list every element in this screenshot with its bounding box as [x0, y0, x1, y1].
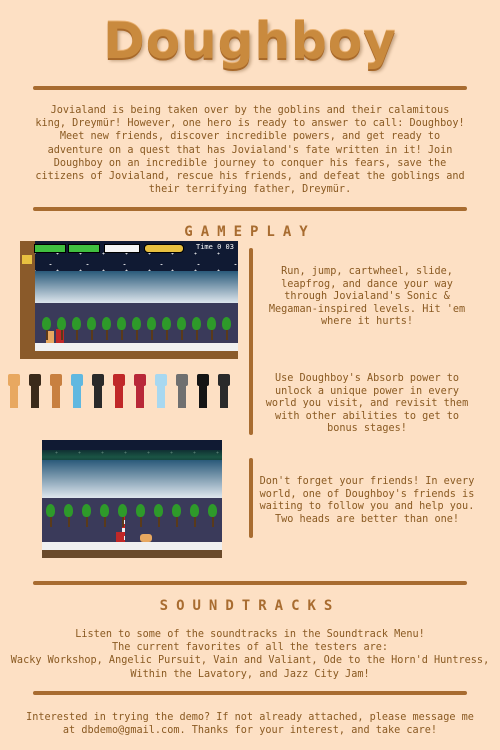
gameplay-screenshot-1: Time 0 03 [20, 241, 238, 359]
tree-trunk [49, 517, 52, 527]
tree-trunk [103, 517, 106, 527]
dirt-ground [42, 550, 222, 558]
pine-tree [117, 317, 126, 330]
character-sprite [134, 374, 146, 408]
character-sprite [92, 374, 104, 408]
tree-trunk [75, 330, 78, 340]
pine-tree [118, 504, 127, 517]
pine-tree [42, 317, 51, 330]
character-sprite [197, 374, 209, 408]
feature-divider-3 [249, 458, 253, 538]
coin-counter [144, 244, 184, 253]
pine-tree [46, 504, 55, 517]
tree-trunk [45, 330, 48, 340]
tree-trunk [193, 517, 196, 527]
snow-ground [35, 343, 238, 351]
tree-trunk [165, 330, 168, 340]
feature-2-text: Use Doughboy's Absorb power to unlock a … [265, 373, 469, 435]
feature-1-text: Run, jump, cartwheel, slide, leapfrog, a… [268, 266, 466, 328]
pine-tree [132, 317, 141, 330]
pine-tree [190, 504, 199, 517]
character-sprite [113, 374, 125, 408]
friend-sprite [116, 532, 124, 542]
pine-tree [172, 504, 181, 517]
level-badge [22, 255, 32, 264]
pine-tree [222, 317, 231, 330]
tree-trunk [157, 517, 160, 527]
gameplay-heading: GAMEPLAY [184, 224, 316, 240]
friend-bar [104, 244, 140, 253]
health-bar [34, 244, 66, 253]
character-sprite [71, 374, 83, 408]
pine-tree [192, 317, 201, 330]
tree-trunk [90, 330, 93, 340]
character-sprite [50, 374, 62, 408]
tree-trunk [120, 330, 123, 340]
tree-trunk [180, 330, 183, 340]
soundtracks-line: The current favorites of all the testers… [111, 642, 388, 654]
intro-paragraph: Jovialand is being taken over by the gob… [35, 105, 465, 196]
gameplay-screenshot-2 [42, 440, 222, 558]
pine-tree [147, 317, 156, 330]
pine-tree [102, 317, 111, 330]
soundtracks-heading: SOUNDTRACKS [159, 598, 341, 614]
pine-tree [72, 317, 81, 330]
tree-trunk [225, 330, 228, 340]
tree-trunk [195, 330, 198, 340]
soundtracks-line: Within the Lavatory, and Jazz City Jam! [130, 668, 370, 680]
doughboy-sprite [140, 534, 152, 542]
pine-tree [207, 317, 216, 330]
tree-trunk [211, 517, 214, 527]
soundtracks-line: Wacky Workshop, Angelic Pursuit, Vain an… [10, 655, 490, 667]
game-title: Doughboy [103, 12, 397, 70]
feature-divider-2 [249, 355, 253, 435]
footer-text: Interested in trying the demo? If not al… [10, 711, 490, 737]
pine-tree [136, 504, 145, 517]
footer-line: at dbdemo@gmail.com. Thanks for your int… [62, 725, 438, 737]
tree-trunk [60, 330, 63, 340]
dirt-ground [35, 351, 238, 359]
tree-trunk [121, 517, 124, 527]
footer-line: Interested in trying the demo? If not al… [26, 712, 474, 723]
character-lineup [8, 368, 244, 428]
character-sprite [176, 374, 188, 408]
divider-4 [33, 691, 467, 695]
snow-mountains [42, 460, 222, 500]
pine-tree [154, 504, 163, 517]
divider-1 [33, 86, 467, 90]
snow-mountains [35, 271, 238, 305]
tree-trunk [139, 517, 142, 527]
soundtracks-text: Listen to some of the soundtracks in the… [10, 628, 490, 681]
tree-trunk [105, 330, 108, 340]
feature-3-text: Don't forget your friends! In every worl… [259, 476, 475, 525]
tree-trunk [85, 517, 88, 527]
divider-2 [33, 207, 467, 211]
divider-3 [33, 581, 467, 585]
tree-trunk [210, 330, 213, 340]
pine-tree [162, 317, 171, 330]
pine-tree [177, 317, 186, 330]
pine-tree [87, 317, 96, 330]
character-sprite [8, 374, 20, 408]
character-sprite [29, 374, 41, 408]
power-bar [68, 244, 100, 253]
snow-ground [42, 542, 222, 550]
feature-divider-1 [249, 248, 253, 358]
soundtracks-line: Listen to some of the soundtracks in the… [75, 629, 425, 640]
pine-tree [82, 504, 91, 517]
pine-tree [208, 504, 217, 517]
tree-trunk [67, 517, 70, 527]
pine-tree [64, 504, 73, 517]
tree-trunk [175, 517, 178, 527]
character-sprite [155, 374, 167, 408]
character-sprite [218, 374, 230, 408]
tree-trunk [135, 330, 138, 340]
tree-trunk [150, 330, 153, 340]
pine-tree [100, 504, 109, 517]
pine-tree [57, 317, 66, 330]
hud-timer: Time 0 03 [196, 243, 234, 251]
